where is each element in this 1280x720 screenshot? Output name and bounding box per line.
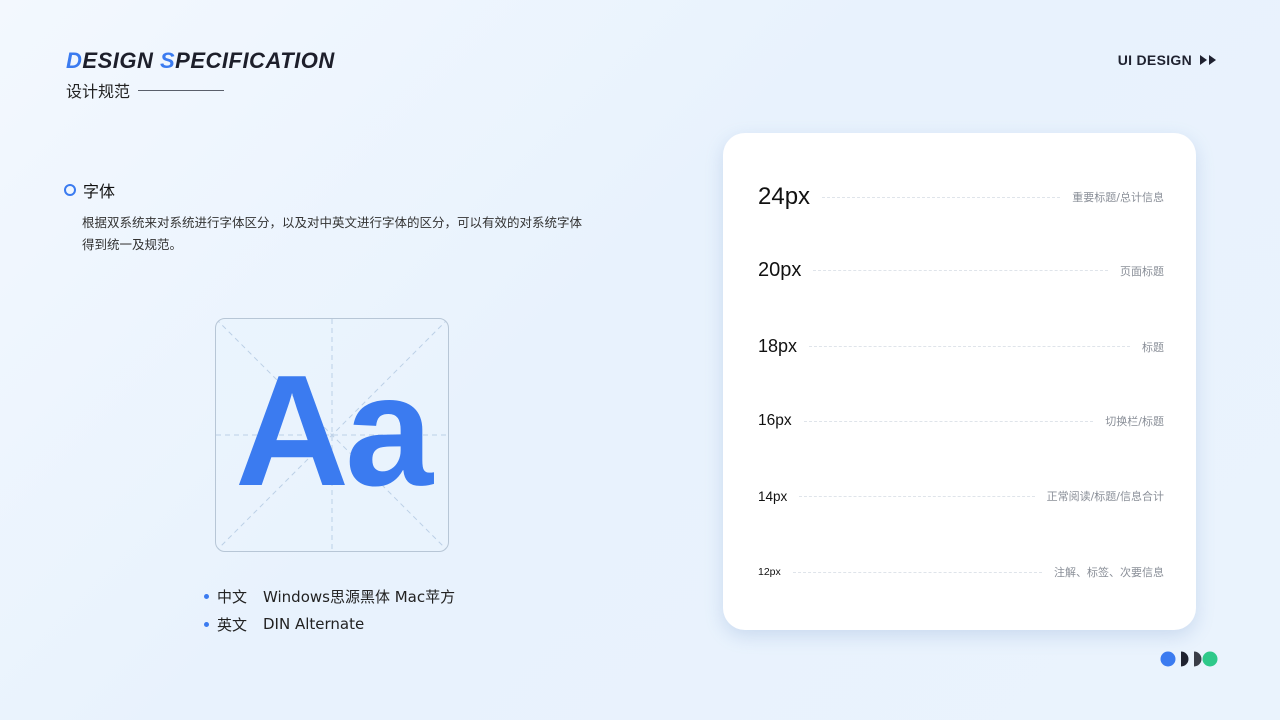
font-list: 中文 Windows思源黑体 Mac苹方 英文 DIN Alternate bbox=[204, 582, 455, 638]
bullet-dot-icon bbox=[204, 593, 209, 599]
list-item: 中文 Windows思源黑体 Mac苹方 bbox=[204, 582, 455, 610]
font-value: DIN Alternate bbox=[263, 615, 365, 633]
double-arrow-right-icon bbox=[1200, 55, 1218, 65]
brand-block: DESIGN SPECIFICATION 设计规范 bbox=[66, 48, 335, 102]
font-lang: 英文 bbox=[217, 615, 248, 634]
scale-size: 20px bbox=[758, 259, 802, 281]
scale-size: 18px bbox=[758, 336, 798, 356]
scale-size: 16px bbox=[758, 412, 792, 429]
brand-title-cn: 设计规范 bbox=[66, 82, 131, 101]
dashed-divider bbox=[813, 270, 1108, 271]
scale-size: 12px bbox=[758, 566, 781, 578]
font-sample-box: Aa bbox=[215, 318, 449, 552]
type-scale-row: 20px 页面标题 bbox=[758, 259, 1164, 282]
font-lang: 中文 bbox=[217, 587, 248, 606]
bullet-dot-icon bbox=[204, 621, 209, 627]
type-scale-row: 14px 正常阅读/标题/信息合计 bbox=[758, 488, 1164, 504]
scale-usage: 切换栏/标题 bbox=[1105, 415, 1164, 428]
brand-accent-letter: S bbox=[159, 48, 176, 73]
list-item: 英文 DIN Alternate bbox=[204, 610, 455, 638]
scale-size: 24px bbox=[758, 183, 811, 210]
brand-word-rest: PECIFICATION bbox=[175, 48, 335, 73]
section-header: 字体 bbox=[64, 178, 594, 202]
dashed-divider bbox=[809, 346, 1130, 347]
type-scale-row: 18px 标题 bbox=[758, 336, 1164, 357]
section-title: 字体 bbox=[83, 182, 116, 201]
brand-title-en: DESIGN SPECIFICATION bbox=[66, 48, 335, 74]
scale-usage: 页面标题 bbox=[1120, 264, 1164, 278]
scale-usage: 标题 bbox=[1142, 340, 1164, 354]
dashed-divider bbox=[803, 420, 1094, 422]
dashed-divider bbox=[822, 196, 1061, 198]
font-value: Windows思源黑体 Mac苹方 bbox=[263, 587, 456, 606]
type-scale-row: 12px 注解、标签、次要信息 bbox=[758, 564, 1164, 580]
scale-usage: 重要标题/总计信息 bbox=[1072, 191, 1164, 204]
type-scale-row: 16px 切换栏/标题 bbox=[758, 412, 1164, 430]
ring-bullet-icon bbox=[64, 184, 76, 196]
scale-size: 14px bbox=[758, 488, 788, 504]
top-right-label: UI DESIGN bbox=[1117, 52, 1192, 68]
scale-usage: 注解、标签、次要信息 bbox=[1054, 566, 1164, 579]
top-right-tag: UI DESIGN bbox=[1118, 52, 1218, 68]
font-section: 字体 根据双系统来对系统进行字体区分，以及对中英文进行字体的区分，可以有效的对系… bbox=[64, 178, 594, 256]
brand-subtitle-row: 设计规范 bbox=[66, 78, 335, 102]
dashed-divider bbox=[799, 495, 1035, 497]
brand-underline bbox=[138, 89, 225, 91]
sample-glyph: Aa bbox=[235, 343, 433, 519]
type-scale-row: 24px 重要标题/总计信息 bbox=[758, 183, 1164, 211]
type-scale-card: 24px 重要标题/总计信息 20px 页面标题 18px 标题 16px 切换… bbox=[723, 133, 1196, 630]
decorative-dots-icon bbox=[1160, 651, 1218, 667]
brand-word-rest: ESIGN bbox=[82, 48, 160, 73]
scale-usage: 正常阅读/标题/信息合计 bbox=[1046, 490, 1164, 503]
dashed-divider bbox=[792, 571, 1042, 573]
section-description: 根据双系统来对系统进行字体区分，以及对中英文进行字体的区分，可以有效的对系统字体… bbox=[82, 215, 583, 252]
brand-accent-letter: D bbox=[66, 48, 83, 73]
